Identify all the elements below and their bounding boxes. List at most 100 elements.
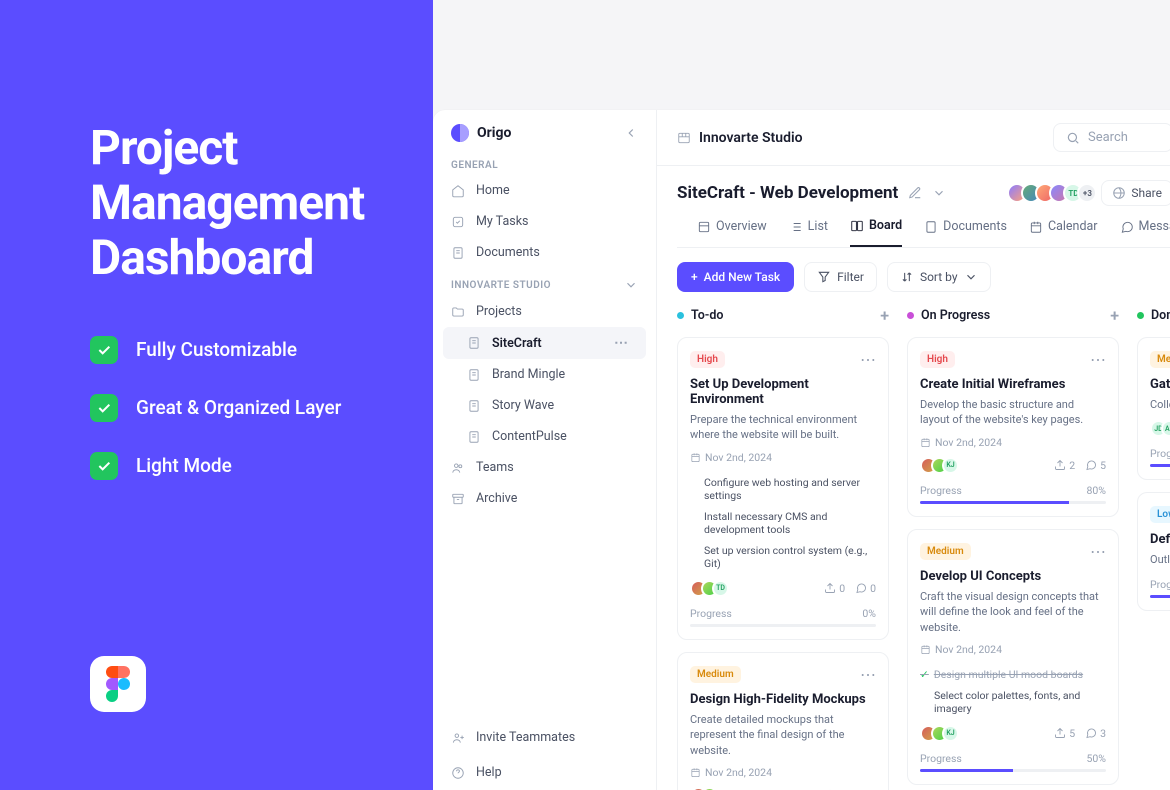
sidebar-item-teams[interactable]: Teams (433, 452, 656, 483)
task-card[interactable]: Medium⋯ Design High-Fidelity Mockups Cre… (677, 652, 889, 790)
logo-text: Origo (477, 125, 511, 141)
sidebar-item-invite-teammates[interactable]: Invite Teammates (433, 720, 656, 755)
sidebar-item-archive[interactable]: Archive (433, 483, 656, 514)
tab-messages[interactable]: Messages (1120, 218, 1170, 247)
promo-feature: Fully Customizable (90, 336, 420, 364)
sidebar-item-projects[interactable]: Projects (433, 296, 656, 327)
sidebar-item-brand-mingle[interactable]: Brand Mingle (433, 359, 656, 390)
sidebar-item-label: My Tasks (476, 214, 529, 229)
comments-count[interactable]: 0 (855, 582, 876, 595)
column-dot (677, 312, 684, 319)
add-task-button[interactable]: +Add New Task (677, 262, 794, 292)
avatar: KJ (942, 725, 959, 742)
tab-icon (697, 220, 711, 234)
tab-icon (1120, 220, 1134, 234)
attachments-count[interactable]: 2 (1054, 459, 1075, 472)
task-date: Nov 2nd, 2024 (690, 451, 876, 464)
progress-value: 80% (1087, 484, 1107, 497)
progress-bar (690, 624, 876, 627)
task-desc: Collect spec... (1150, 397, 1170, 412)
check-icon (90, 452, 118, 480)
filter-button[interactable]: Filter (804, 262, 877, 292)
sidebar-section-header[interactable]: INNOVARTE STUDIO (433, 268, 656, 296)
share-button[interactable]: Share (1101, 180, 1170, 206)
member-avatars[interactable]: TD +3 (1007, 183, 1097, 203)
priority-badge: High (920, 351, 955, 368)
subtask[interactable]: Install necessary CMS and development to… (690, 506, 876, 540)
progress-label: Progress (920, 484, 962, 497)
workspace-icon (677, 131, 691, 145)
sidebar-item-label: Home (476, 183, 510, 198)
attachments-count[interactable]: 0 (824, 582, 845, 595)
progress-value: 0% (862, 607, 876, 620)
comments-count[interactable]: 3 (1085, 727, 1106, 740)
edit-icon[interactable] (908, 186, 922, 200)
subtask[interactable]: Select color palettes, fonts, and imager… (920, 685, 1106, 719)
progress-label: Progress (690, 607, 732, 620)
sidebar-item-my-tasks[interactable]: My Tasks (433, 206, 656, 237)
task-card[interactable]: Low⋯ Define... Outline timeline Progress… (1137, 492, 1170, 610)
tab-overview[interactable]: Overview (697, 218, 767, 247)
more-icon[interactable]: ⋯ (860, 350, 876, 369)
task-card[interactable]: Medium⋯ Gather... Collect spec... JDARun… (1137, 337, 1170, 480)
sidebar: Origo GENERAL Home My Tasks DocumentsINNOVA… (433, 110, 657, 790)
users-icon (451, 461, 466, 475)
board-column-to-do: To-do+ High⋯ Set Up Development Environm… (677, 306, 889, 770)
add-card-icon[interactable]: + (1110, 306, 1119, 325)
archive-icon (451, 492, 466, 506)
filter-label: Filter (837, 270, 864, 284)
promo-feature: Light Mode (90, 452, 420, 480)
tab-calendar[interactable]: Calendar (1029, 218, 1098, 247)
sidebar-item-documents[interactable]: Documents (433, 237, 656, 268)
sidebar-item-contentpulse[interactable]: ContentPulse (433, 421, 656, 452)
attachments-count[interactable]: 5 (1054, 727, 1075, 740)
subtask[interactable]: Set up version control system (e.g., Git… (690, 540, 876, 574)
tab-documents[interactable]: Documents (924, 218, 1007, 247)
chevron-down-icon (964, 270, 978, 284)
share-icon (1112, 186, 1126, 200)
app-window: Origo GENERALHomeMy TasksDocumentsINNOVA… (433, 110, 1170, 790)
task-date: Nov 2nd, 2024 (920, 436, 1106, 449)
sort-icon (900, 270, 914, 284)
search-placeholder: Search (1088, 130, 1128, 145)
logo-icon (451, 124, 469, 142)
sidebar-section-header: GENERAL (433, 150, 656, 175)
tab-list[interactable]: List (789, 218, 828, 247)
doc-icon (467, 368, 482, 382)
column-title: Done (1151, 308, 1170, 323)
tab-board[interactable]: Board (850, 218, 902, 247)
priority-badge: Medium (920, 543, 971, 560)
sidebar-item-story-wave[interactable]: Story Wave (433, 390, 656, 421)
sidebar-item-help[interactable]: Help (433, 755, 656, 790)
search-input[interactable]: Search (1053, 123, 1170, 152)
sort-label: Sort by (920, 270, 958, 284)
chevron-down-icon (624, 278, 638, 292)
more-icon[interactable]: ⋯ (860, 665, 876, 684)
more-icon[interactable]: ⋯ (1090, 542, 1106, 561)
subtask[interactable]: Configure web hosting and server setting… (690, 472, 876, 506)
subtask[interactable]: Design multiple UI mood boards (920, 664, 1106, 685)
task-desc: Create detailed mockups that represent t… (690, 712, 876, 758)
more-icon[interactable]: ⋯ (614, 335, 628, 351)
add-card-icon[interactable]: + (880, 306, 889, 325)
tab-icon (924, 220, 938, 234)
task-title: Set Up Development Environment (690, 377, 876, 407)
board-column-on-progress: On Progress+ High⋯ Create Initial Wirefr… (907, 306, 1119, 770)
app-logo[interactable]: Origo (451, 124, 511, 142)
avatar-more[interactable]: +3 (1077, 183, 1097, 203)
sidebar-item-label: Brand Mingle (492, 367, 565, 382)
task-card[interactable]: Medium⋯ Develop UI Concepts Craft the vi… (907, 529, 1119, 785)
task-card[interactable]: High⋯ Set Up Development Environment Pre… (677, 337, 889, 640)
collapse-sidebar-icon[interactable] (624, 126, 638, 140)
column-dot (907, 312, 914, 319)
sidebar-item-home[interactable]: Home (433, 175, 656, 206)
chevron-down-icon[interactable] (932, 186, 946, 200)
sidebar-item-label: Story Wave (492, 398, 554, 413)
sidebar-item-sitecraft[interactable]: SiteCraft⋯ (443, 327, 646, 359)
sort-button[interactable]: Sort by (887, 262, 991, 292)
more-icon[interactable]: ⋯ (1090, 350, 1106, 369)
task-card[interactable]: High⋯ Create Initial Wireframes Develop … (907, 337, 1119, 517)
avatar: TD (712, 580, 729, 597)
comments-count[interactable]: 5 (1085, 459, 1106, 472)
progress-bar (920, 769, 1106, 772)
